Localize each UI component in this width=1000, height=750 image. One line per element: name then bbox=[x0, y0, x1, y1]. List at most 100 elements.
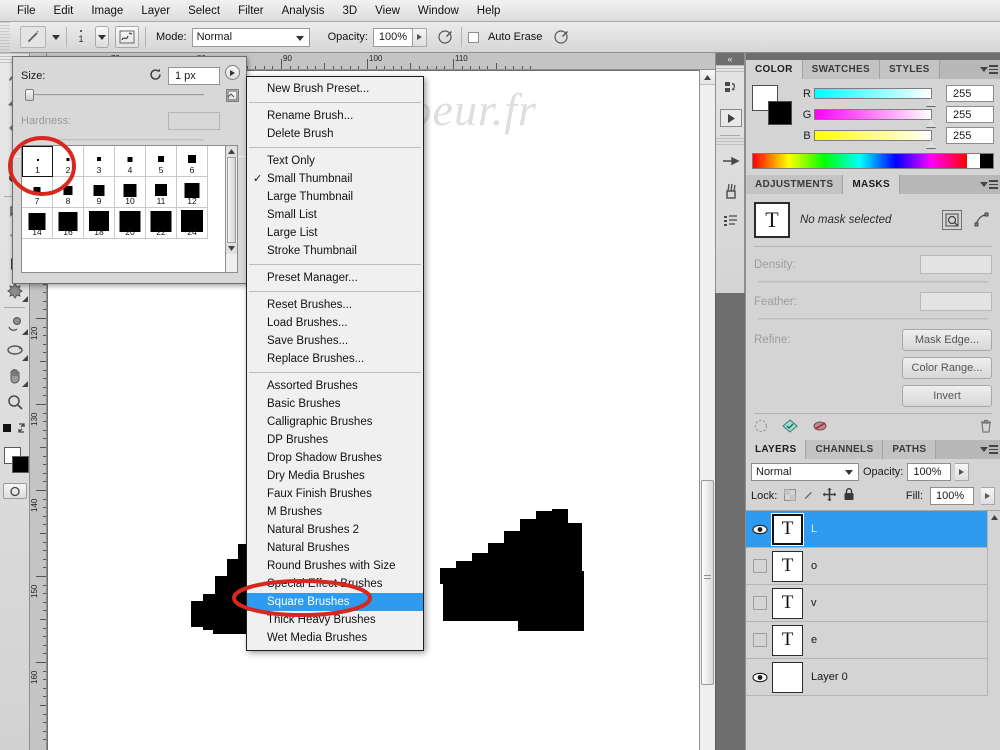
menu-edit[interactable]: Edit bbox=[45, 3, 83, 19]
layer-fill-input[interactable]: 100% bbox=[930, 487, 974, 505]
brush-preset-cell[interactable]: 24 bbox=[177, 208, 208, 239]
panel-menu-icon[interactable] bbox=[980, 444, 998, 455]
context-menu-item[interactable]: Faux Finish Brushes bbox=[247, 485, 423, 503]
layer-row[interactable]: TL bbox=[746, 511, 1000, 548]
vector-mask-icon[interactable] bbox=[972, 210, 992, 230]
layer-opacity-input[interactable]: 100% bbox=[907, 463, 952, 481]
layer-thumbnail[interactable]: T bbox=[772, 550, 803, 582]
layer-row[interactable]: Layer 0 bbox=[746, 659, 1000, 696]
color-fg-bg-swatches[interactable] bbox=[752, 85, 794, 125]
3d-rotate-tool[interactable] bbox=[0, 311, 30, 337]
menu-view[interactable]: View bbox=[366, 3, 409, 19]
context-menu-item[interactable]: Large List bbox=[247, 224, 423, 242]
brush-preset-cell[interactable]: 20 bbox=[115, 208, 146, 239]
layer-thumbnail[interactable] bbox=[772, 661, 803, 693]
brush-preset-cell[interactable]: 7 bbox=[22, 177, 53, 208]
channel-value-g[interactable]: 255 bbox=[946, 106, 994, 123]
channel-slider-r[interactable] bbox=[814, 88, 936, 106]
color-background-swatch[interactable] bbox=[768, 101, 792, 125]
color-spectrum-ramp[interactable] bbox=[752, 153, 994, 169]
brush-preset-cell[interactable]: 5 bbox=[146, 146, 177, 177]
brush-preset-cell[interactable]: 8 bbox=[53, 177, 84, 208]
lock-transparency-icon[interactable] bbox=[784, 488, 797, 504]
quick-mask-icon[interactable] bbox=[2, 483, 27, 499]
context-menu-item[interactable]: Delete Brush bbox=[247, 125, 423, 143]
history-icon[interactable] bbox=[716, 73, 746, 103]
scroll-up-arrow-icon[interactable] bbox=[700, 70, 715, 85]
layer-row[interactable]: Tv bbox=[746, 585, 1000, 622]
layer-visibility-toggle[interactable] bbox=[748, 559, 772, 573]
pressure-opacity-icon[interactable] bbox=[437, 27, 455, 48]
mask-thumbnail[interactable]: T bbox=[754, 202, 790, 238]
reset-icon[interactable] bbox=[149, 68, 162, 84]
lock-image-icon[interactable] bbox=[803, 489, 816, 504]
context-menu-item[interactable]: Basic Brushes bbox=[247, 395, 423, 413]
context-menu-item[interactable]: DP Brushes bbox=[247, 431, 423, 449]
layer-opacity-stepper[interactable] bbox=[955, 463, 970, 481]
brush-preset-cell[interactable]: 11 bbox=[146, 177, 177, 208]
lock-all-icon[interactable] bbox=[843, 488, 855, 504]
zoom-tool[interactable] bbox=[0, 389, 30, 415]
brush-grid-scroll-thumb[interactable] bbox=[227, 157, 236, 243]
brush-size-indicator[interactable]: 1 bbox=[73, 30, 89, 44]
tool-preset-chevron-down-icon[interactable] bbox=[52, 34, 60, 40]
scroll-up-arrow-icon[interactable] bbox=[226, 146, 237, 157]
brush-presets-icon[interactable] bbox=[716, 176, 746, 206]
blend-mode-select[interactable]: Normal bbox=[191, 27, 310, 47]
brush-preset-cell[interactable]: 12 bbox=[177, 177, 208, 208]
brush-presets-grid-wrapper[interactable]: 1 2 3 4 5 6 7 8 9 10 11 12 14 16 18 20 22 24 bbox=[21, 145, 226, 273]
layer-thumbnail[interactable]: T bbox=[771, 512, 804, 546]
scrollbar-thumb[interactable] bbox=[701, 480, 714, 685]
brush-size-slider[interactable] bbox=[25, 88, 204, 102]
layer-thumbnail[interactable]: T bbox=[772, 624, 803, 656]
context-menu-item[interactable]: Text Only bbox=[247, 152, 423, 170]
brush-preset-cell[interactable]: 9 bbox=[84, 177, 115, 208]
brush-preset-cell[interactable]: 3 bbox=[84, 146, 115, 177]
tab-paths[interactable]: PATHS bbox=[883, 440, 937, 459]
menu-3d[interactable]: 3D bbox=[333, 3, 366, 19]
menu-help[interactable]: Help bbox=[468, 3, 510, 19]
context-menu-item[interactable]: ✓ Small Thumbnail bbox=[247, 170, 423, 188]
active-tool-icon-button[interactable] bbox=[20, 26, 46, 48]
brush-size-input[interactable]: 1 px bbox=[168, 67, 220, 85]
context-menu-item[interactable]: Load Brushes... bbox=[247, 314, 423, 332]
layer-visibility-toggle[interactable] bbox=[748, 596, 772, 610]
collapse-panels-icon[interactable]: « bbox=[716, 53, 744, 65]
context-menu-item[interactable]: Large Thumbnail bbox=[247, 188, 423, 206]
menu-layer[interactable]: Layer bbox=[132, 3, 179, 19]
brush-preset-cell[interactable]: 4 bbox=[115, 146, 146, 177]
context-menu-item[interactable]: Small List bbox=[247, 206, 423, 224]
dock-grip-2[interactable] bbox=[716, 138, 744, 146]
channel-value-r[interactable]: 255 bbox=[946, 85, 994, 102]
layer-fill-stepper[interactable] bbox=[981, 487, 995, 505]
brush-preset-cell[interactable]: 2 bbox=[53, 146, 84, 177]
channel-thumb-g[interactable] bbox=[926, 119, 936, 127]
layer-visibility-toggle[interactable] bbox=[748, 524, 772, 535]
layer-visibility-toggle[interactable] bbox=[748, 633, 772, 647]
options-bar-grip[interactable] bbox=[0, 21, 10, 53]
disable-mask-icon[interactable] bbox=[812, 419, 828, 436]
tab-layers[interactable]: LAYERS bbox=[746, 440, 807, 459]
context-menu-item[interactable]: Thick Heavy Brushes bbox=[247, 611, 423, 629]
tab-styles[interactable]: STYLES bbox=[879, 60, 940, 79]
context-menu-item[interactable]: Natural Brushes bbox=[247, 539, 423, 557]
context-menu-item[interactable]: Round Brushes with Size bbox=[247, 557, 423, 575]
menu-window[interactable]: Window bbox=[409, 3, 468, 19]
invert-button[interactable]: Invert bbox=[902, 385, 992, 407]
context-menu-item[interactable]: Assorted Brushes bbox=[247, 377, 423, 395]
brush-preset-cell[interactable]: 10 bbox=[115, 177, 146, 208]
actions-icon[interactable] bbox=[716, 103, 746, 133]
context-menu-item[interactable]: Calligraphic Brushes bbox=[247, 413, 423, 431]
brush-settings-icon[interactable] bbox=[716, 146, 746, 176]
load-selection-icon[interactable] bbox=[754, 419, 768, 436]
context-menu-item[interactable]: Replace Brushes... bbox=[247, 350, 423, 368]
context-menu-item[interactable]: Save Brushes... bbox=[247, 332, 423, 350]
opacity-stepper-button[interactable] bbox=[412, 27, 427, 47]
brush-hardness-input[interactable] bbox=[168, 112, 220, 130]
channel-thumb-r[interactable] bbox=[926, 98, 936, 106]
layer-row[interactable]: To bbox=[746, 548, 1000, 585]
panel-menu-arrow-icon[interactable] bbox=[225, 65, 240, 80]
hand-tool[interactable] bbox=[0, 363, 30, 389]
context-menu-item[interactable]: Special Effect Brushes bbox=[247, 575, 423, 593]
default-colors-and-swap-row[interactable] bbox=[0, 415, 30, 441]
